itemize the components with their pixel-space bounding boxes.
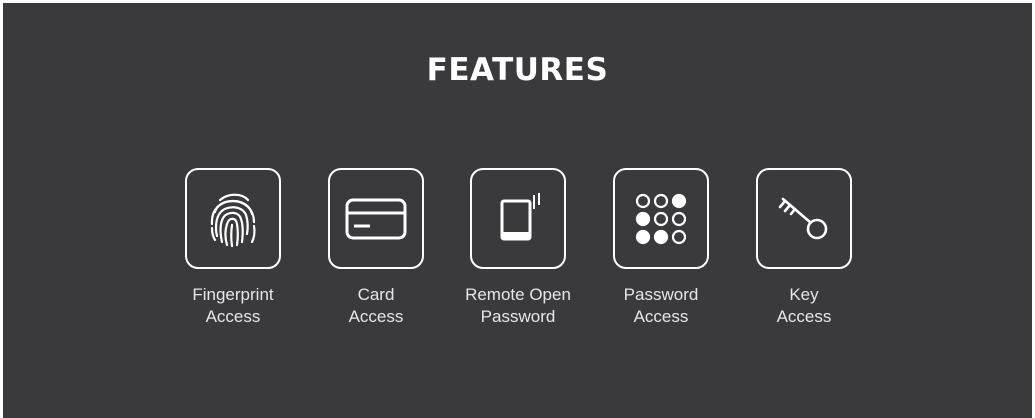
feature-label: Password Access [591, 284, 731, 328]
feature-label: Fingerprint Access [163, 284, 303, 328]
feature-remote-open-password: Remote Open Password [448, 168, 588, 328]
fingerprint-icon [210, 193, 256, 247]
card-icon-box [328, 168, 424, 269]
label-line-1: Key [789, 285, 819, 304]
card-icon [345, 198, 407, 239]
feature-label: Card Access [306, 284, 446, 328]
label-line-1: Card [357, 285, 395, 304]
label-line-1: Remote Open [465, 285, 571, 304]
feature-key-access: Key Access [734, 168, 874, 328]
feature-fingerprint-access: Fingerprint Access [163, 168, 303, 328]
section-title: FEATURES [426, 52, 609, 88]
label-line-2: Access [348, 307, 404, 326]
feature-card-access: Card Access [306, 168, 446, 328]
key-icon [778, 197, 828, 239]
label-line-2: Access [205, 307, 261, 326]
keypad-icon [635, 193, 687, 244]
feature-label: Key Access [734, 284, 874, 328]
feature-password-access: Password Access [591, 168, 731, 328]
phone-remote-icon [500, 192, 540, 240]
label-line-2: Access [776, 307, 832, 326]
label-line-2: Access [633, 307, 689, 326]
phone-remote-icon-box [470, 168, 566, 269]
label-line-2: Password [480, 307, 556, 326]
feature-label: Remote Open Password [448, 284, 588, 328]
label-line-1: Password [623, 285, 699, 304]
keypad-icon-box [613, 168, 709, 269]
fingerprint-icon-box [185, 168, 281, 269]
key-icon-box [756, 168, 852, 269]
label-line-1: Fingerprint [192, 285, 274, 304]
